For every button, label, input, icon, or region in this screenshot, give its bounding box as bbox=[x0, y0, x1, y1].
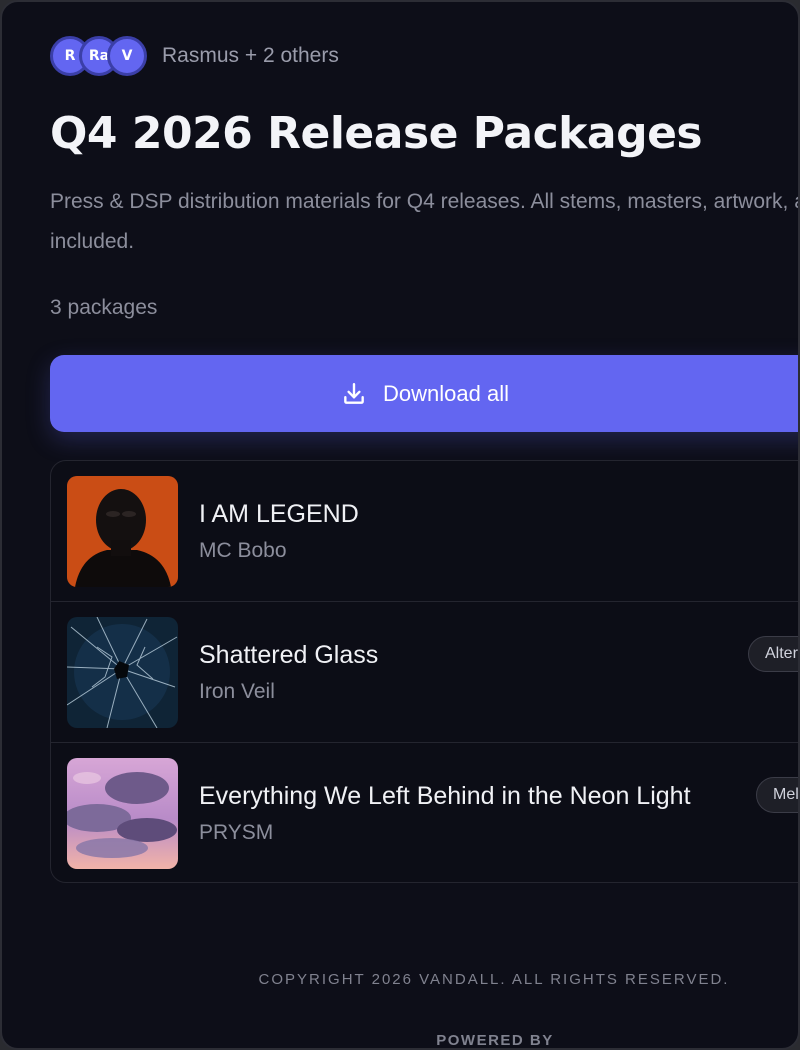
genre-badge[interactable]: Alternative bbox=[748, 636, 798, 672]
list-item[interactable]: I AM LEGEND MC Bobo bbox=[51, 461, 798, 602]
download-icon bbox=[344, 382, 364, 404]
track-title: Everything We Left Behind in the Neon Li… bbox=[199, 782, 691, 810]
track-title: Shattered Glass bbox=[199, 640, 379, 669]
album-artwork bbox=[67, 475, 178, 587]
track-title: I AM LEGEND bbox=[199, 499, 359, 528]
collaborators[interactable]: R Ra V Rasmus + 2 others bbox=[50, 36, 339, 76]
avatar[interactable]: V bbox=[107, 36, 147, 76]
album-artwork bbox=[67, 758, 178, 869]
album-artwork bbox=[67, 616, 178, 728]
download-all-button[interactable]: Download all bbox=[50, 355, 798, 432]
package-count: 3 packages bbox=[50, 296, 158, 319]
artist-name: PRYSM bbox=[199, 821, 274, 844]
artist-name: MC Bobo bbox=[199, 538, 287, 562]
page-description: Press & DSP distribution materials for Q… bbox=[50, 190, 798, 253]
list-item[interactable]: Shattered Glass Iron Veil Alternative bbox=[51, 602, 798, 743]
avatar-stack[interactable]: R Ra V bbox=[50, 36, 150, 76]
download-all-label: Download all bbox=[383, 380, 509, 406]
powered-by-text: POWERED BY bbox=[436, 1032, 554, 1049]
package-list: I AM LEGEND MC Bobo Shattered Glass Iron… bbox=[50, 460, 798, 883]
collaborators-label: Rasmus + 2 others bbox=[162, 44, 339, 67]
list-item[interactable]: Everything We Left Behind in the Neon Li… bbox=[51, 743, 798, 882]
page-frame: R Ra V Rasmus + 2 others Q4 2026 Release… bbox=[0, 0, 800, 1050]
artist-name: Iron Veil bbox=[199, 679, 275, 703]
page-title: Q4 2026 Release Packages bbox=[50, 108, 703, 159]
genre-badge[interactable]: Melodic bbox=[756, 777, 798, 813]
copyright-text: COPYRIGHT 2026 VANDALL. ALL RIGHTS RESER… bbox=[258, 971, 730, 988]
